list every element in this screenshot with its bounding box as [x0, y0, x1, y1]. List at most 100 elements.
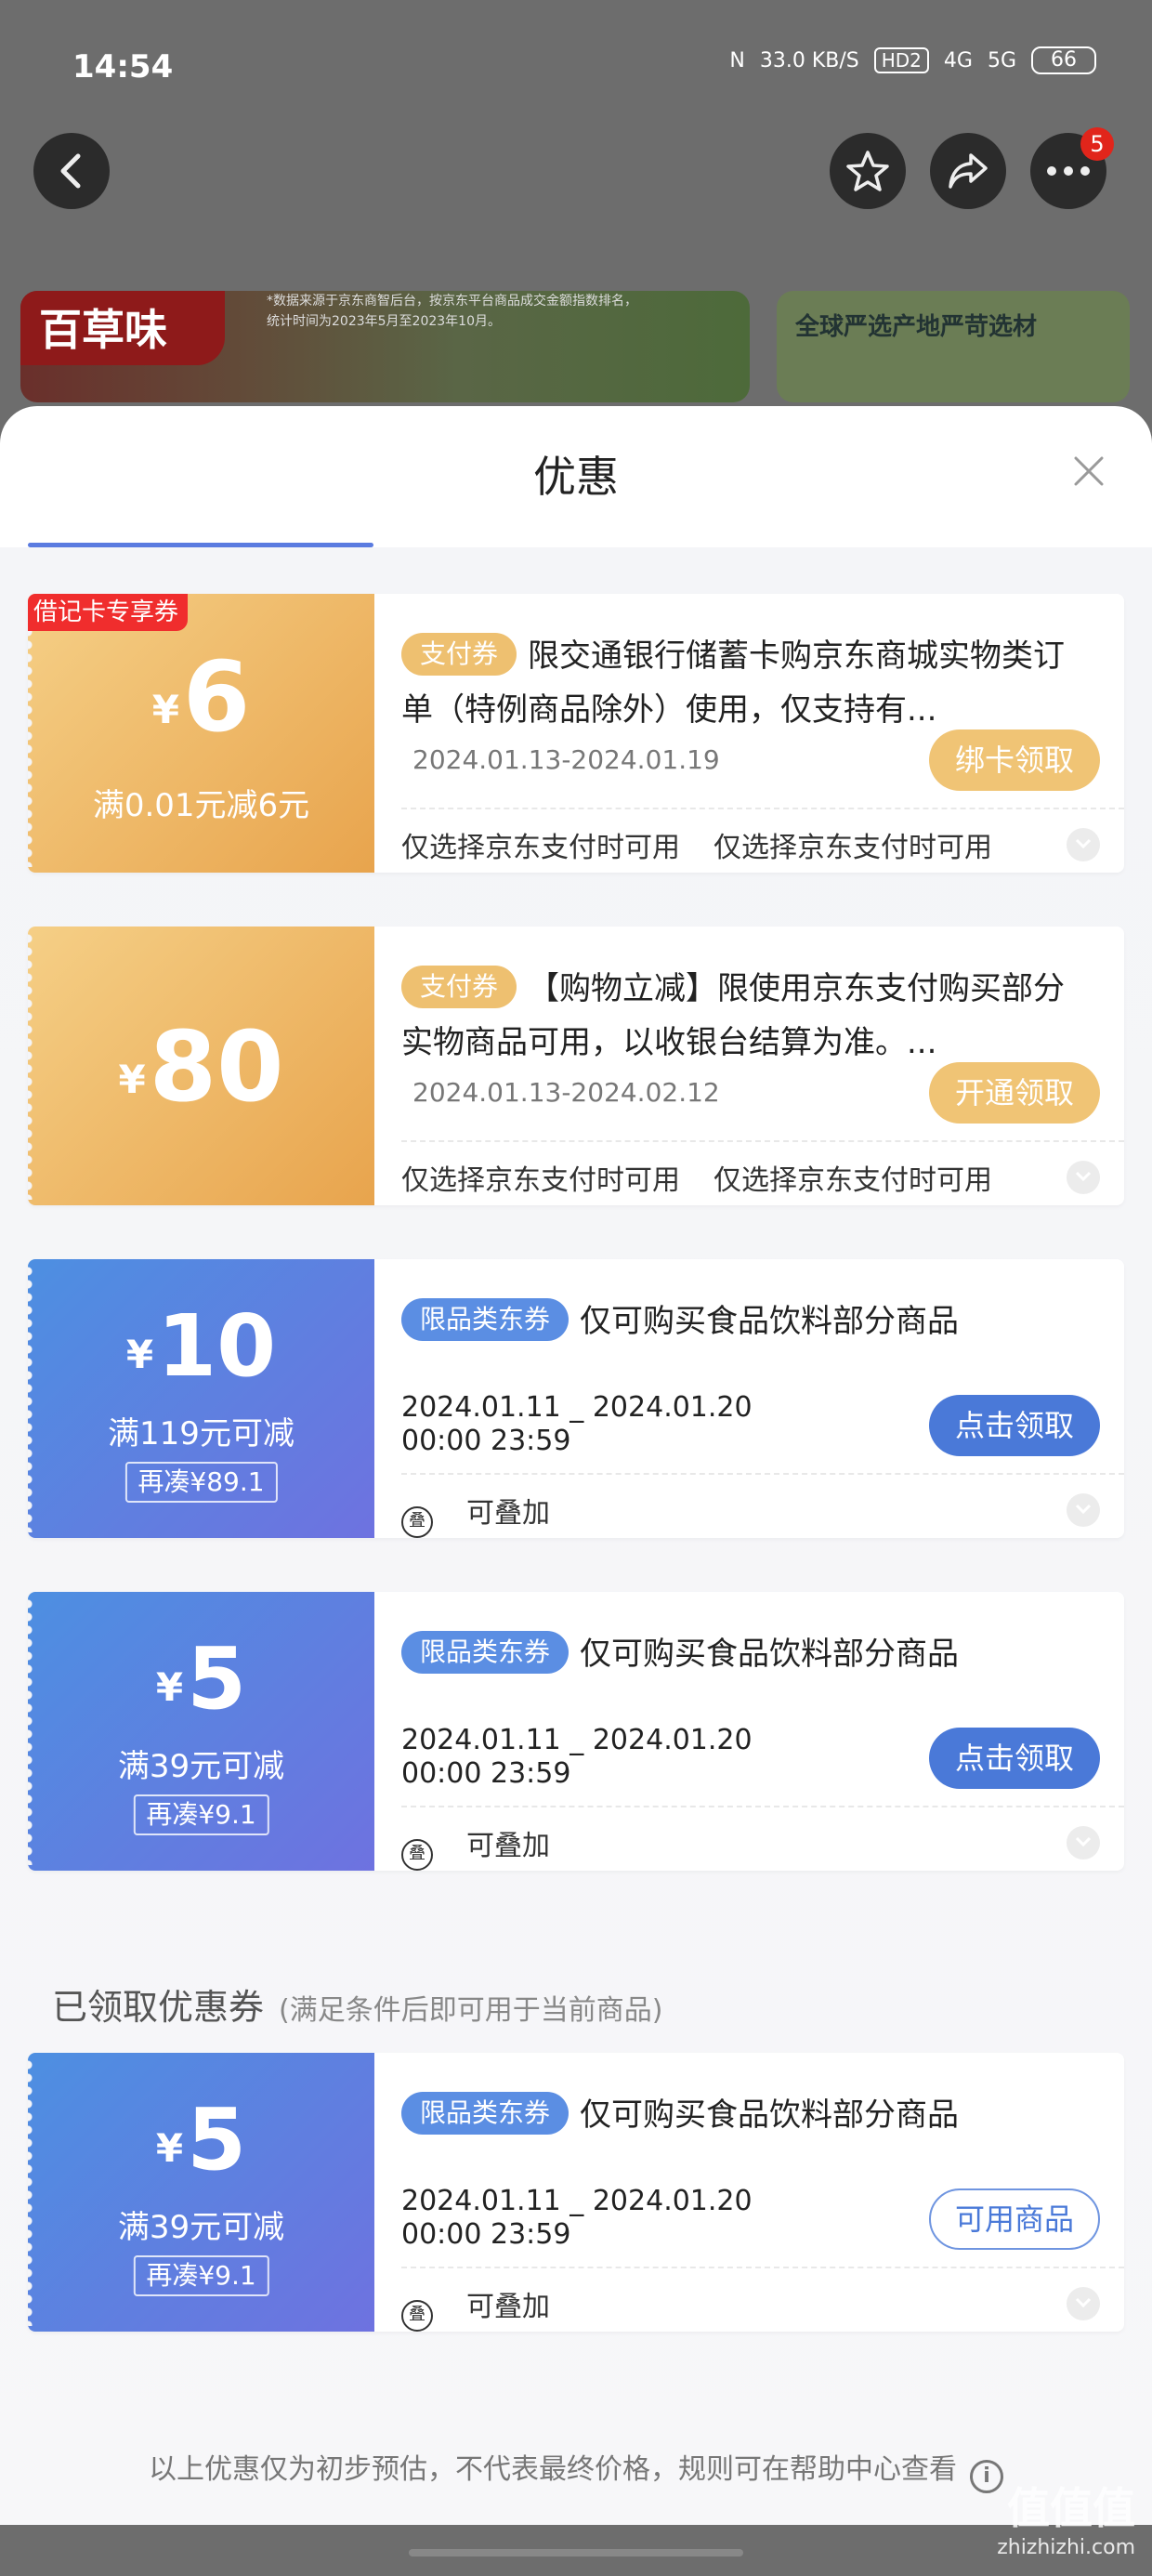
- expand-button[interactable]: [1067, 1161, 1100, 1194]
- coupon-amount: ¥80: [28, 1010, 374, 1124]
- claim-button[interactable]: 点击领取: [929, 1395, 1100, 1456]
- nfc-icon: N: [729, 48, 745, 72]
- bind-card-button[interactable]: 绑卡领取: [929, 729, 1100, 791]
- validity-dates: 2024.01.11 _ 2024.01.20: [401, 2185, 753, 2217]
- stackable-label: 可叠加: [466, 1497, 550, 1530]
- coupon-value-panel: ¥5 满39元可减 再凑¥9.1: [28, 1592, 374, 1871]
- home-indicator[interactable]: [409, 2549, 743, 2556]
- divider: [401, 2267, 1124, 2268]
- currency-symbol: ¥: [155, 1664, 184, 1710]
- chevron-down-icon: [1075, 2297, 1092, 2308]
- divider: [401, 1473, 1124, 1475]
- coupon-amount: ¥6: [28, 640, 374, 754]
- chevron-down-icon: [1075, 1504, 1092, 1515]
- status-icons: N 33.0 KB/S HD2 4G 5G 66: [729, 46, 1096, 74]
- coupon-notes: 叠 可叠加: [401, 2283, 583, 2332]
- activate-button[interactable]: 开通领取: [929, 1062, 1100, 1124]
- received-section-title: 已领取优惠券 (满足条件后即可用于当前商品): [52, 1978, 662, 2030]
- makeup-amount: 再凑¥9.1: [133, 2255, 269, 2296]
- close-icon: [1074, 456, 1104, 486]
- divider: [401, 1806, 1124, 1807]
- coupon-details: 限品类东券 仅可购买食品饮料部分商品 2024.01.11 _ 2024.01.2…: [401, 2053, 1124, 2332]
- discount-sheet: 优惠 借记卡专享券 ¥6 满0.01元减6元 支付券 限交通银行储蓄卡购京东商城实…: [0, 406, 1152, 2525]
- stackable-label: 可叠加: [466, 1830, 550, 1862]
- currency-symbol: ¥: [155, 2125, 184, 2171]
- brand-logo: 百草味: [20, 291, 225, 365]
- hd-icon: HD2: [873, 47, 929, 73]
- close-button[interactable]: [1072, 454, 1106, 488]
- chevron-left-icon: [60, 153, 81, 189]
- makeup-amount: 再凑¥9.1: [133, 1794, 269, 1835]
- disclaimer-text: 以上优惠仅为初步预估，不代表最终价格，规则可在帮助中心查看: [149, 2453, 957, 2486]
- available-products-button[interactable]: 可用商品: [929, 2188, 1100, 2250]
- coupon-validity: 2024.01.11 _ 2024.01.20 00:00 23:59: [401, 1724, 753, 1791]
- share-button[interactable]: [930, 133, 1006, 209]
- expand-button[interactable]: [1067, 1826, 1100, 1860]
- validity-times: 00:00 23:59: [401, 1757, 571, 1790]
- amount-value: 80: [149, 1010, 284, 1124]
- banner-note-line: 统计时间为2023年5月至2023年10月。: [267, 314, 501, 329]
- stackable-icon: 叠: [401, 2300, 433, 2332]
- coupon-validity: 2024.01.11 _ 2024.01.20 00:00 23:59: [401, 2185, 753, 2252]
- expand-button[interactable]: [1067, 2287, 1100, 2320]
- currency-symbol: ¥: [125, 1332, 154, 1377]
- coupon-note: 仅选择京东支付时可用: [713, 1164, 992, 1197]
- signal-5g-icon: 5G: [987, 48, 1016, 72]
- back-button[interactable]: [33, 133, 110, 209]
- received-subtitle: (满足条件后即可用于当前商品): [279, 1994, 663, 2027]
- debit-card-tag: 借记卡专享券: [28, 594, 189, 631]
- coupon-notes: 叠 可叠加: [401, 1490, 583, 1538]
- coupon-amount: ¥10: [28, 1296, 374, 1396]
- battery-icon: 66: [1031, 46, 1096, 74]
- coupon-amount: ¥5: [28, 2090, 374, 2189]
- coupon-type-tag: 支付券: [401, 966, 517, 1008]
- coupon-value-panel: ¥10 满119元可减 再凑¥89.1: [28, 1259, 374, 1538]
- coupon-details: 限品类东券 仅可购买食品饮料部分商品 2024.01.11 _ 2024.01.2…: [401, 1259, 1124, 1538]
- coupon-notes: 仅选择京东支付时可用 仅选择京东支付时可用: [401, 824, 1026, 865]
- coupon-details: 支付券 限交通银行储蓄卡购京东商城实物类订单（特例商品除外）使用，仅支持有... …: [401, 594, 1124, 873]
- validity-times: 00:00 23:59: [401, 2218, 571, 2251]
- more-dots-icon: [1047, 166, 1090, 176]
- more-badge: 5: [1080, 127, 1114, 161]
- coupon-type-tag: 支付券: [401, 633, 517, 676]
- chevron-down-icon: [1075, 838, 1092, 849]
- coupon-notes: 叠 可叠加: [401, 1822, 583, 1871]
- banner-note: *数据来源于京东商智后台，按京东平台商品成交金额指数排名， 统计时间为2023年…: [267, 291, 637, 332]
- currency-symbol: ¥: [118, 1057, 146, 1102]
- makeup-amount: 再凑¥89.1: [124, 1462, 278, 1503]
- expand-button[interactable]: [1067, 828, 1100, 861]
- coupon-desc-text: 仅可购买食品饮料部分商品: [580, 1303, 960, 1340]
- amount-value: 10: [157, 1296, 277, 1396]
- coupon-description: 支付券 限交通银行储蓄卡购京东商城实物类订单（特例商品除外）使用，仅支持有...: [401, 629, 1070, 737]
- coupon-card: ¥5 满39元可减 再凑¥9.1 限品类东券 仅可购买食品饮料部分商品 2024.…: [28, 1592, 1124, 1871]
- product-banner: 百草味 *数据来源于京东商智后台，按京东平台商品成交金额指数排名， 统计时间为2…: [20, 291, 750, 402]
- coupon-description: 限品类东券 仅可购买食品饮料部分商品: [401, 1295, 1070, 1348]
- coupon-type-tag: 限品类东券: [401, 1298, 569, 1341]
- expand-button[interactable]: [1067, 1493, 1100, 1527]
- banner-note-line: *数据来源于京东商智后台，按京东平台商品成交金额指数排名，: [267, 294, 637, 309]
- status-time: 14:54: [72, 48, 174, 85]
- watermark-url: zhizhizhi.com: [997, 2536, 1135, 2559]
- coupon-details: 限品类东券 仅可购买食品饮料部分商品 2024.01.11 _ 2024.01.2…: [401, 1592, 1124, 1871]
- coupon-value-panel: ¥80: [28, 927, 374, 1205]
- favorite-button[interactable]: [830, 133, 906, 209]
- amount-value: 6: [182, 640, 251, 754]
- coupon-note: 仅选择京东支付时可用: [713, 832, 992, 864]
- coupon-condition: 满0.01元减6元: [92, 787, 310, 824]
- network-speed: 33.0 KB/S: [759, 48, 859, 72]
- share-icon: [949, 153, 988, 189]
- coupon-description: 限品类东券 仅可购买食品饮料部分商品: [401, 2088, 1070, 2142]
- coupon-desc-text: 仅可购买食品饮料部分商品: [580, 1636, 960, 1673]
- claim-button[interactable]: 点击领取: [929, 1728, 1100, 1789]
- coupon-condition: 满39元可减: [117, 2209, 285, 2246]
- more-button[interactable]: 5: [1030, 127, 1114, 209]
- coupon-card: ¥10 满119元可减 再凑¥89.1 限品类东券 仅可购买食品饮料部分商品 20…: [28, 1259, 1124, 1538]
- stackable-label: 可叠加: [466, 2291, 550, 2323]
- coupon-validity: 2024.01.13-2024.02.12: [412, 1077, 720, 1108]
- coupon-value-panel: ¥6 满0.01元减6元: [28, 594, 374, 873]
- coupon-description: 限品类东券 仅可购买食品饮料部分商品: [401, 1627, 1070, 1681]
- coupon-card: ¥80 支付券 【购物立减】限使用京东支付购买部分实物商品可用，以收银台结算为准。…: [28, 927, 1124, 1205]
- coupon-note: 仅选择京东支付时可用: [401, 1164, 680, 1197]
- star-icon: [846, 151, 889, 191]
- stackable-icon: 叠: [401, 1839, 433, 1871]
